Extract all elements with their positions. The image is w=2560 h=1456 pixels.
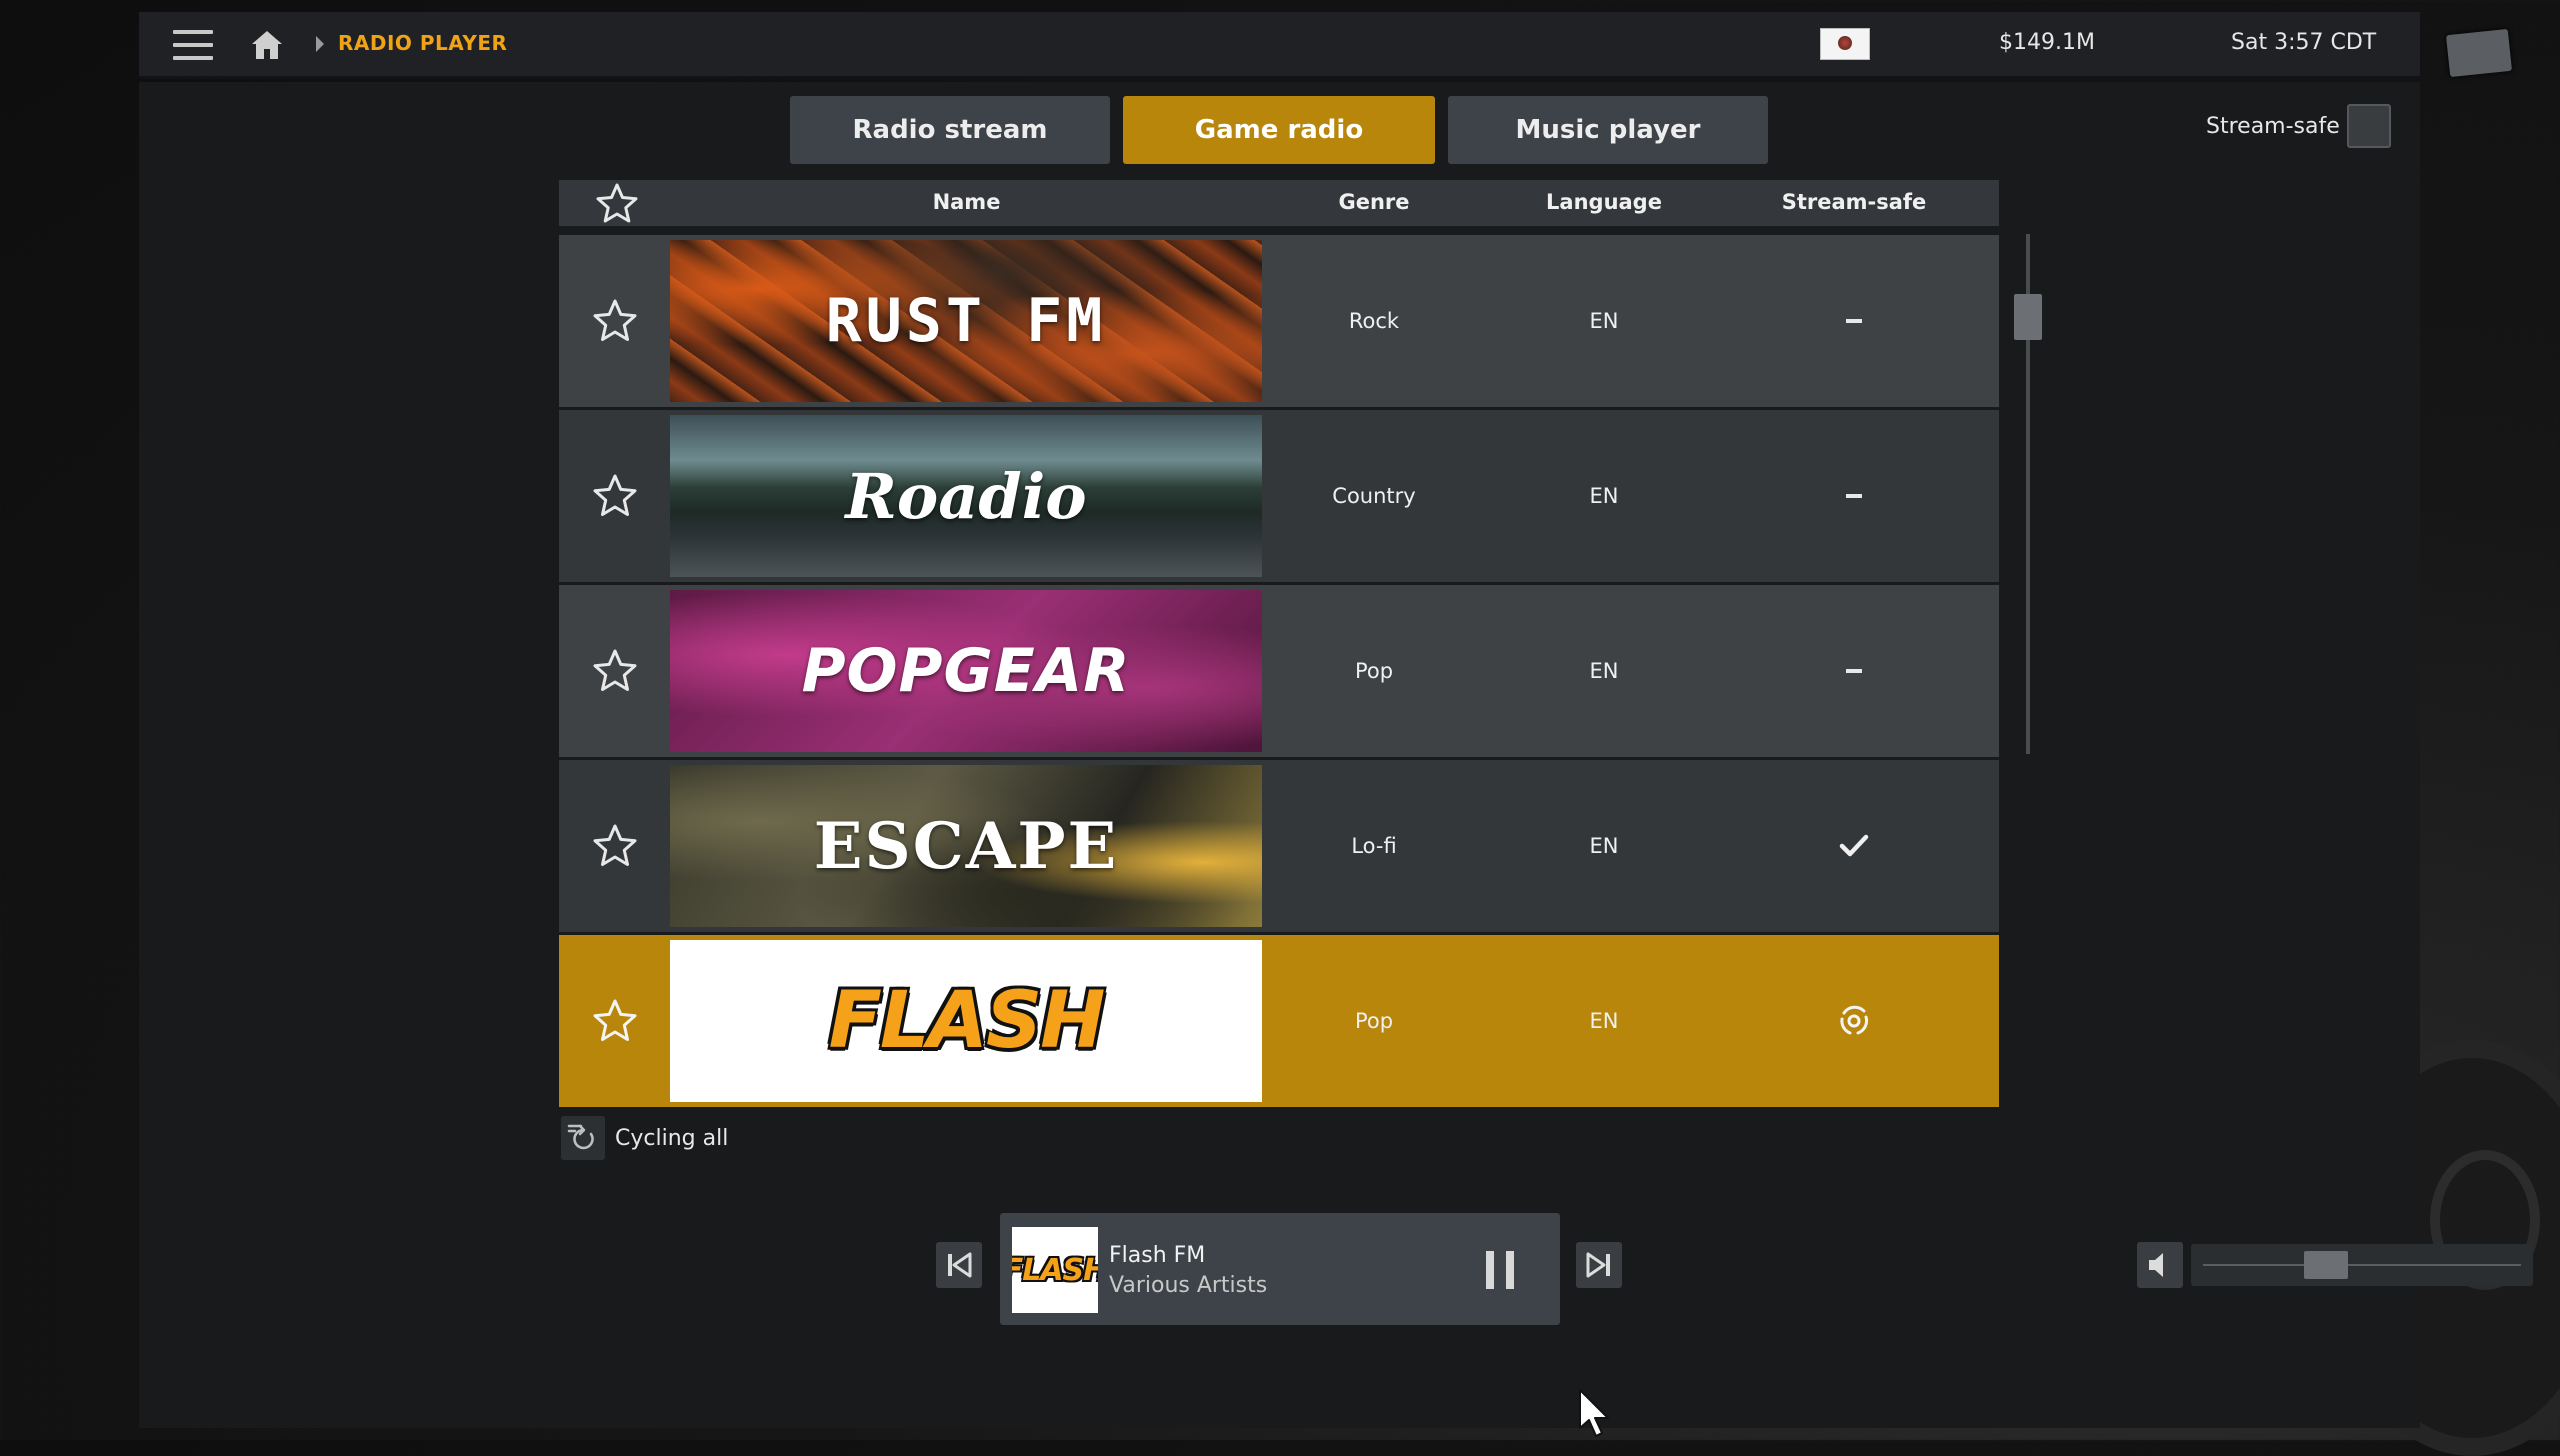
station-logo-escape: ESCAPE xyxy=(670,765,1262,927)
table-row[interactable]: FLASH Pop EN xyxy=(559,935,1999,1107)
skip-previous-icon xyxy=(948,1252,972,1278)
favorite-star-icon[interactable] xyxy=(591,472,639,520)
table-row[interactable]: POPGEAR Pop EN xyxy=(559,585,1999,757)
hamburger-menu-icon[interactable] xyxy=(173,28,213,62)
dash-icon xyxy=(1846,319,1862,323)
language-cell: EN xyxy=(1589,484,1619,508)
dash-icon xyxy=(1846,494,1862,498)
mouse-cursor-icon xyxy=(1579,1389,1609,1437)
table-row[interactable]: ESCAPE Lo-fi EN xyxy=(559,760,1999,932)
flag-icon xyxy=(1820,28,1870,60)
mute-button[interactable] xyxy=(2137,1242,2183,1288)
table-row[interactable]: Roadio Country EN xyxy=(559,410,1999,582)
volume-slider[interactable] xyxy=(2191,1244,2533,1286)
column-header-language[interactable]: Language xyxy=(1479,190,1729,214)
favorite-star-icon[interactable] xyxy=(591,822,639,870)
stream-safe-cell xyxy=(1729,472,1979,520)
previous-track-button[interactable] xyxy=(936,1242,982,1288)
volume-slider-track xyxy=(2203,1264,2521,1266)
volume-slider-thumb[interactable] xyxy=(2304,1251,2349,1279)
tab-game-radio[interactable]: Game radio xyxy=(1123,96,1435,164)
stream-safe-cell xyxy=(1729,822,1979,870)
column-header-genre[interactable]: Genre xyxy=(1269,190,1479,214)
station-logo-text: RUST FM xyxy=(825,286,1107,356)
dash-icon xyxy=(1846,669,1862,673)
pause-button[interactable] xyxy=(1484,1251,1520,1289)
genre-cell: Country xyxy=(1332,484,1416,508)
breadcrumb-chevron-icon xyxy=(316,36,324,52)
now-playing-logo-text: FLASH xyxy=(1012,1252,1098,1288)
money-display: $149.1M xyxy=(1999,30,2095,55)
skip-next-icon xyxy=(1586,1252,1610,1278)
language-cell: EN xyxy=(1589,309,1619,333)
now-playing-card: FLASH Flash FM Various Artists xyxy=(1000,1213,1560,1325)
now-playing-title: Flash FM xyxy=(1109,1243,1206,1268)
favorite-star-icon[interactable] xyxy=(591,997,639,1045)
tab-radio-stream[interactable]: Radio stream xyxy=(790,96,1110,164)
station-logo-roadio: Roadio xyxy=(670,415,1262,577)
genre-cell: Lo-fi xyxy=(1351,834,1397,858)
station-logo-flash-fm: FLASH xyxy=(670,940,1262,1102)
stream-safe-cell xyxy=(1729,297,1979,345)
stream-safe-label: Stream-safe xyxy=(2206,114,2340,139)
favorites-sort-star-icon[interactable] xyxy=(595,182,639,224)
station-logo-text: Roadio xyxy=(845,459,1087,533)
check-icon xyxy=(1839,834,1869,857)
cycle-mode-button[interactable] xyxy=(561,1116,605,1160)
next-track-button[interactable] xyxy=(1576,1242,1622,1288)
station-logo-text: FLASH xyxy=(828,976,1106,1066)
language-cell: EN xyxy=(1589,834,1619,858)
genre-cell: Rock xyxy=(1348,309,1400,333)
cycle-icon xyxy=(567,1124,594,1150)
top-bar: RADIO PLAYER $149.1M Sat 3:57 CDT xyxy=(139,12,2420,79)
cycle-mode-label: Cycling all xyxy=(615,1126,729,1151)
now-playing-artwork: FLASH xyxy=(1012,1227,1098,1313)
genre-cell: Pop xyxy=(1354,659,1394,683)
table-header: Name Genre Language Stream-safe xyxy=(559,180,1999,226)
language-cell: EN xyxy=(1589,1009,1619,1033)
station-logo-text: POPGEAR xyxy=(801,636,1131,706)
broadcast-icon xyxy=(1840,1005,1869,1035)
speaker-icon xyxy=(2149,1253,2163,1277)
now-playing-artist: Various Artists xyxy=(1109,1273,1268,1298)
radio-player-panel: Radio stream Game radio Music player Str… xyxy=(139,82,2533,1428)
station-logo-rust-fm: RUST FM xyxy=(670,240,1262,402)
favorite-star-icon[interactable] xyxy=(591,297,639,345)
genre-cell: Pop xyxy=(1354,1009,1394,1033)
table-scrollbar-thumb[interactable] xyxy=(2014,294,2042,340)
table-row[interactable]: RUST FM Rock EN xyxy=(559,235,1999,407)
stream-safe-cell xyxy=(1729,997,1979,1045)
language-cell: EN xyxy=(1589,659,1619,683)
favorite-star-icon[interactable] xyxy=(591,647,639,695)
home-icon[interactable] xyxy=(249,27,285,63)
clock-display: Sat 3:57 CDT xyxy=(2231,30,2377,55)
column-header-stream-safe[interactable]: Stream-safe xyxy=(1729,190,1979,214)
background-tile xyxy=(2445,28,2513,78)
stream-safe-cell xyxy=(1729,647,1979,695)
station-logo-popgear: POPGEAR xyxy=(670,590,1262,752)
breadcrumb[interactable]: RADIO PLAYER xyxy=(338,31,507,55)
station-logo-text: ESCAPE xyxy=(813,808,1119,884)
stream-safe-checkbox[interactable] xyxy=(2347,104,2391,148)
tab-music-player[interactable]: Music player xyxy=(1448,96,1768,164)
column-header-name[interactable]: Name xyxy=(669,190,1264,214)
